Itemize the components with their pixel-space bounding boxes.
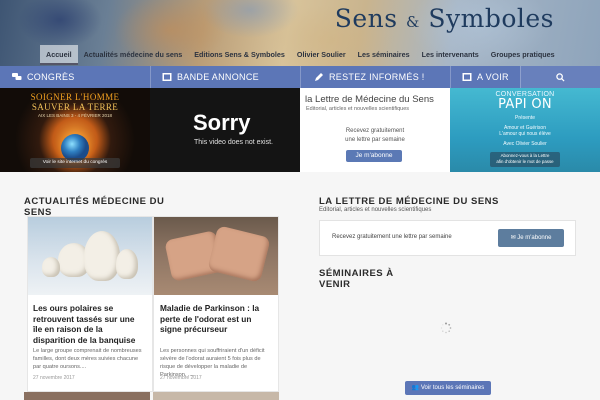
article-2-date: 27 novembre 2017 <box>160 375 202 381</box>
lettre-panel-text-1: Recevez gratuitement <box>345 128 405 134</box>
tab-a-voir-label: A voir <box>477 72 509 82</box>
tab-congres-label: Congrès <box>27 72 75 82</box>
tab-a-voir[interactable]: A voir <box>450 66 520 88</box>
all-seminars-button[interactable]: 👥 Voir tous les séminaires <box>405 381 491 395</box>
video-error-message: This video does not exist. <box>194 139 273 146</box>
nav-item-groupes-pratiques[interactable]: Groupes pratiques <box>485 45 561 65</box>
newsletter-text: Recevez gratuitement une lettre par sema… <box>332 234 452 240</box>
newsletter-subscribe-label: Je m'abonne <box>517 235 552 241</box>
tab-bande-annonce-label: Bande annonce <box>177 72 259 82</box>
papillon-logo-text: PAPI ON <box>498 97 552 112</box>
congres-headline-2: SAUVER LA TERRE <box>31 102 119 112</box>
seminaires-section-title: Séminaires à venir <box>319 268 394 290</box>
newsletter-subscribe-button[interactable]: ✉ Je m'abonne <box>498 229 564 247</box>
site-title-amp: & <box>406 13 420 31</box>
next-article-image <box>153 392 279 400</box>
loading-spinner-icon <box>440 322 452 334</box>
tab-separator <box>150 66 151 88</box>
lettre-panel: la Lettre de Médecine du Sens Editorial,… <box>300 88 450 172</box>
lettre-panel-subtitle: Editorial, articles et nouvelles scienti… <box>306 106 410 112</box>
chat-bubbles-icon <box>12 73 22 80</box>
main-nav: Accueil Actualités médecine du sens Edit… <box>40 45 561 65</box>
all-seminars-label: Voir tous les séminaires <box>420 385 485 391</box>
papillon-subtitle: L'amour qui nous élève <box>499 131 551 137</box>
next-article-image <box>24 392 150 400</box>
tab-separator <box>300 66 301 88</box>
papillon-panel[interactable]: CONVERSATION PAPI ON Présente Amour et G… <box>450 88 600 172</box>
papillon-button-line-2: afin d'obtenir le mot de passe <box>496 159 554 164</box>
video-panel[interactable]: Sorry This video does not exist. <box>150 88 300 172</box>
congres-site-button[interactable]: Voir le site internet du congrès <box>30 158 120 168</box>
papillon-subscribe-button[interactable]: Abonnez-vous à la Lettre afin d'obtenir … <box>490 152 560 167</box>
article-1-excerpt: Le large groupe comprenait de nombreuses… <box>33 348 142 370</box>
tab-separator <box>520 66 521 88</box>
hand <box>207 225 271 283</box>
tab-separator <box>450 66 451 88</box>
polar-bear <box>84 231 120 281</box>
site-title-part2: Symboles <box>428 4 554 33</box>
article-1-title[interactable]: Les ours polaires se retrouvent tassés s… <box>33 303 145 345</box>
polar-bear <box>42 257 60 277</box>
feature-tab-bar: Congrès Bande annonce Restez informés ! … <box>0 66 600 88</box>
subscribe-button[interactable]: Je m'abonne <box>346 150 402 162</box>
nav-item-actualites[interactable]: Actualités médecine du sens <box>78 45 189 65</box>
tab-bande-annonce[interactable]: Bande annonce <box>150 66 300 88</box>
polar-bears-image <box>28 217 152 295</box>
nav-item-editions[interactable]: Editions Sens & Symboles <box>188 45 291 65</box>
nav-item-accueil[interactable]: Accueil <box>40 45 78 65</box>
lettre-section-subtitle: Editorial, articles et nouvelles scienti… <box>319 207 432 213</box>
newsletter-box: Recevez gratuitement une lettre par sema… <box>319 220 576 256</box>
pen-icon <box>315 73 323 81</box>
site-title-part1: Sens <box>334 4 398 33</box>
actualites-section-title: Actualités médecine du sens <box>24 196 165 218</box>
lettre-panel-title: la Lettre de Médecine du Sens <box>305 94 434 105</box>
tab-restez-informes-label: Restez informés ! <box>329 72 425 82</box>
hands-image <box>154 217 278 295</box>
site-logo[interactable]: Sens & Symboles <box>335 4 554 33</box>
nav-item-seminaires[interactable]: Les séminaires <box>352 45 416 65</box>
congres-panel[interactable]: SOIGNER L'HOMME SAUVER LA TERRE AIX LES … <box>0 88 150 172</box>
search-icon <box>555 72 565 82</box>
nav-item-intervenants[interactable]: Les intervenants <box>416 45 485 65</box>
film-icon <box>462 73 472 81</box>
tab-restez-informes[interactable]: Restez informés ! <box>300 66 450 88</box>
polar-bear <box>116 249 138 279</box>
group-icon: 👥 <box>411 385 421 391</box>
congres-date: AIX LES BAINS 3 - 4 FÉVRIER 2018 <box>37 113 113 118</box>
article-1-date: 27 novembre 2017 <box>33 375 75 381</box>
search-button[interactable] <box>520 66 600 88</box>
film-icon <box>162 73 172 81</box>
article-2-title[interactable]: Maladie de Parkinson : la perte de l'odo… <box>160 303 272 335</box>
site-header: Sens & Symboles Accueil Actualités médec… <box>0 0 600 66</box>
papillon-author: Avec Olivier Soulier <box>503 141 547 147</box>
nav-item-olivier-soulier[interactable]: Olivier Soulier <box>291 45 352 65</box>
tab-congres[interactable]: Congrès <box>0 66 150 88</box>
congres-headline-1: SOIGNER L'HOMME <box>30 92 120 102</box>
lettre-panel-text-2: une lettre par semaine <box>345 137 405 143</box>
video-error-title: Sorry <box>193 110 251 135</box>
papillon-presente: Présente <box>514 115 535 121</box>
lettre-section-title: La lettre de médecine du sens <box>319 196 499 207</box>
